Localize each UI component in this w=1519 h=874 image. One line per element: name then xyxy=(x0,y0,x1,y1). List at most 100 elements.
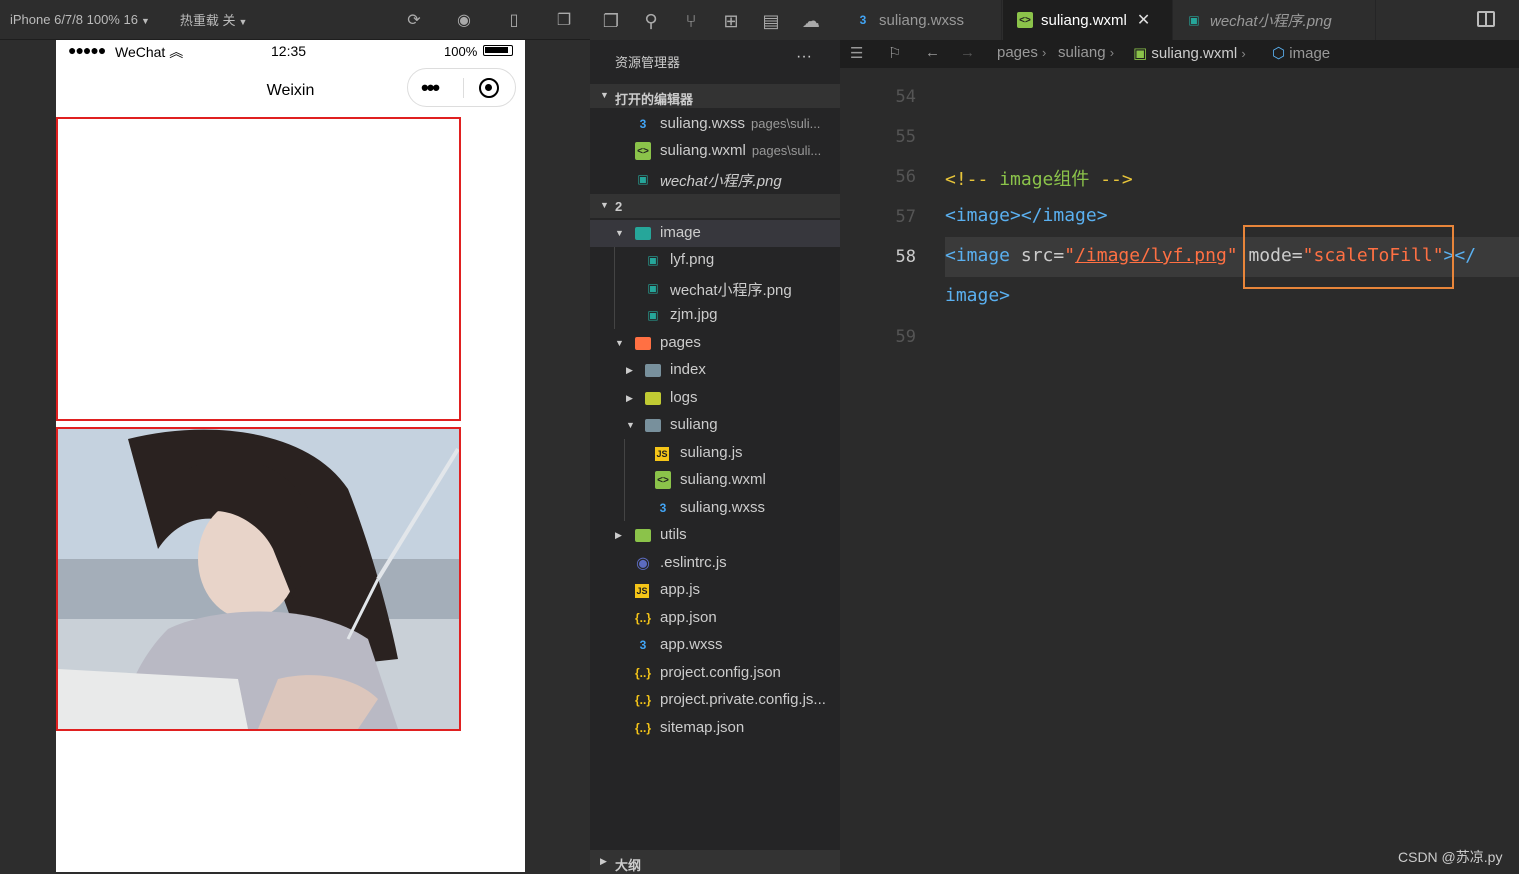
device-label: iPhone 6/7/8 100% 16 xyxy=(10,12,138,27)
chevron-down-icon: ▼ xyxy=(615,228,624,238)
image-file-icon: ▣ xyxy=(1188,13,1200,27)
source-control-icon[interactable]: ⑂ xyxy=(680,10,702,32)
breadcrumb-image[interactable]: ⬡ image xyxy=(1272,44,1330,62)
tree-file[interactable]: JS suliang.js xyxy=(590,440,840,467)
tree-file[interactable]: {..} sitemap.json xyxy=(590,715,840,742)
activity-bar: ❐ ⚲ ⑂ ⊞ ▤ ☁ xyxy=(590,0,840,40)
window-icon[interactable]: ❐ xyxy=(555,11,573,29)
open-editor-item[interactable]: <> suliang.wxml pages\suli... xyxy=(590,138,840,165)
explorer-icon[interactable]: ❐ xyxy=(600,10,622,32)
bookmark-icon[interactable]: ⚐ xyxy=(888,44,901,62)
close-miniprogram-icon[interactable] xyxy=(479,78,499,98)
empty-image-component xyxy=(56,117,461,421)
folder-icon xyxy=(635,337,651,350)
hot-reload-label: 热重载 关 xyxy=(179,13,236,28)
back-arrow-icon[interactable]: ← xyxy=(925,44,940,61)
js-file-icon: JS xyxy=(635,584,649,598)
annotation-highlight-box xyxy=(1243,225,1454,289)
code-line-57: <image></image> xyxy=(945,205,1108,226)
open-editors-header[interactable]: ▼ 打开的编辑器 xyxy=(590,84,840,108)
open-editor-item[interactable]: 3 suliang.wxss pages\suli... xyxy=(590,111,840,138)
chevron-right-icon: ▶ xyxy=(626,365,633,375)
wxml-file-icon: <> xyxy=(655,471,671,489)
list-icon[interactable]: ☰ xyxy=(850,44,863,62)
refresh-icon[interactable]: ⟳ xyxy=(405,11,423,29)
breadcrumb-pages[interactable]: pages › xyxy=(997,44,1046,61)
tree-file[interactable]: ▣ zjm.jpg xyxy=(590,302,840,329)
line-number: 57 xyxy=(895,207,916,227)
workspace-header[interactable]: ▼ 2 xyxy=(590,194,840,218)
chevron-down-icon: ▼ xyxy=(600,200,609,210)
code-editor[interactable]: 54 55 56 57 58 59 <!-- image组件 --> <imag… xyxy=(840,68,1519,874)
stop-icon[interactable]: ◉ xyxy=(455,11,473,29)
debug-icon[interactable]: ▤ xyxy=(760,10,782,32)
js-file-icon: JS xyxy=(655,447,669,461)
tree-file[interactable]: <> suliang.wxml xyxy=(590,467,840,494)
outline-header[interactable]: ▶ 大纲 xyxy=(590,850,840,874)
tree-folder-utils[interactable]: ▶ utils xyxy=(590,522,840,549)
image-file-icon: ▣ xyxy=(637,172,649,186)
phone-icon[interactable]: ▯ xyxy=(505,11,523,29)
chevron-down-icon: ▼ xyxy=(626,420,635,430)
tree-file[interactable]: JS app.js xyxy=(590,577,840,604)
json-file-icon: {..} xyxy=(635,721,652,735)
tree-file[interactable]: 3 suliang.wxss xyxy=(590,495,840,522)
wxml-file-icon: <> xyxy=(1017,12,1033,28)
split-editor-icon[interactable] xyxy=(1477,11,1495,27)
folder-icon xyxy=(635,529,651,542)
tree-file[interactable]: {..} app.json xyxy=(590,605,840,632)
forward-arrow-icon[interactable]: → xyxy=(960,44,975,61)
more-actions-icon[interactable]: ··· xyxy=(796,48,812,66)
battery-percent: 100% xyxy=(444,44,478,59)
explorer-title: 资源管理器 xyxy=(615,55,681,70)
woman-reading-photo xyxy=(58,429,459,729)
extensions-icon[interactable]: ⊞ xyxy=(720,10,742,32)
line-number: 56 xyxy=(895,167,916,187)
tree-folder-logs[interactable]: ▶ logs xyxy=(590,385,840,412)
code-line-56: <!-- image组件 --> xyxy=(945,169,1133,190)
device-selector[interactable]: iPhone 6/7/8 100% 16 ▼ xyxy=(10,12,150,27)
tree-file[interactable]: {..} project.private.config.js... xyxy=(590,687,840,714)
status-time: 12:35 xyxy=(271,43,307,59)
line-number: 58 xyxy=(895,247,916,267)
tree-folder-index[interactable]: ▶ index xyxy=(590,357,840,384)
nav-bar: Weixin ••• xyxy=(56,62,525,118)
folder-open-icon xyxy=(645,419,661,432)
hot-reload-toggle[interactable]: 热重载 关 ▼ xyxy=(180,10,248,29)
open-editor-item[interactable]: ▣ wechat小程序.png xyxy=(590,166,840,193)
tree-folder-suliang[interactable]: ▼ suliang xyxy=(590,412,840,439)
chevron-right-icon: ▶ xyxy=(615,530,622,540)
chevron-down-icon: ▼ xyxy=(600,90,609,100)
tree-file[interactable]: 3 app.wxss xyxy=(590,632,840,659)
tree-folder-image[interactable]: ▼ image xyxy=(590,220,840,247)
simulator-toolbar: iPhone 6/7/8 100% 16 ▼ 热重载 关 ▼ ⟳ ◉ ▯ ❐ xyxy=(0,0,590,40)
tree-folder-pages[interactable]: ▼ pages xyxy=(590,330,840,357)
docker-icon[interactable]: ☁ xyxy=(800,10,822,32)
breadcrumb-suliang[interactable]: suliang › xyxy=(1058,44,1114,61)
tree-file[interactable]: ▣ lyf.png xyxy=(590,247,840,274)
tab-wechat-png[interactable]: ▣ wechat小程序.png xyxy=(1174,0,1376,40)
folder-icon xyxy=(645,392,661,405)
tab-suliang-wxml[interactable]: <> suliang.wxml ✕ xyxy=(1003,0,1173,40)
tab-suliang-wxss[interactable]: 3 suliang.wxss xyxy=(840,0,1002,40)
css-file-icon: 3 xyxy=(639,117,647,131)
chevron-right-icon: ▶ xyxy=(600,856,607,866)
phone-simulator: ●●●●● WeChat ︽ 12:35 100% Weixin ••• xyxy=(56,40,525,872)
wxml-file-icon: <> xyxy=(635,142,651,160)
tree-file[interactable]: ▣ wechat小程序.png xyxy=(590,275,840,302)
more-icon[interactable]: ••• xyxy=(421,75,440,101)
menu-capsule[interactable]: ••• xyxy=(407,68,516,107)
eslint-file-icon: ◉ xyxy=(636,555,650,572)
status-bar: ●●●●● WeChat ︽ 12:35 100% xyxy=(56,40,525,62)
tree-file[interactable]: ◉ .eslintrc.js xyxy=(590,550,840,577)
chevron-down-icon: ▼ xyxy=(615,338,624,348)
chevron-right-icon: ▶ xyxy=(626,393,633,403)
image-file-icon: ▣ xyxy=(647,253,659,267)
image-file-icon: ▣ xyxy=(647,281,659,295)
line-number: 54 xyxy=(895,87,916,107)
tree-file[interactable]: {..} project.config.json xyxy=(590,660,840,687)
breadcrumb-suliang-wxml[interactable]: ▣ suliang.wxml › xyxy=(1133,44,1246,62)
close-icon[interactable]: ✕ xyxy=(1137,10,1150,30)
css-file-icon: 3 xyxy=(659,501,667,515)
search-icon[interactable]: ⚲ xyxy=(640,10,662,32)
